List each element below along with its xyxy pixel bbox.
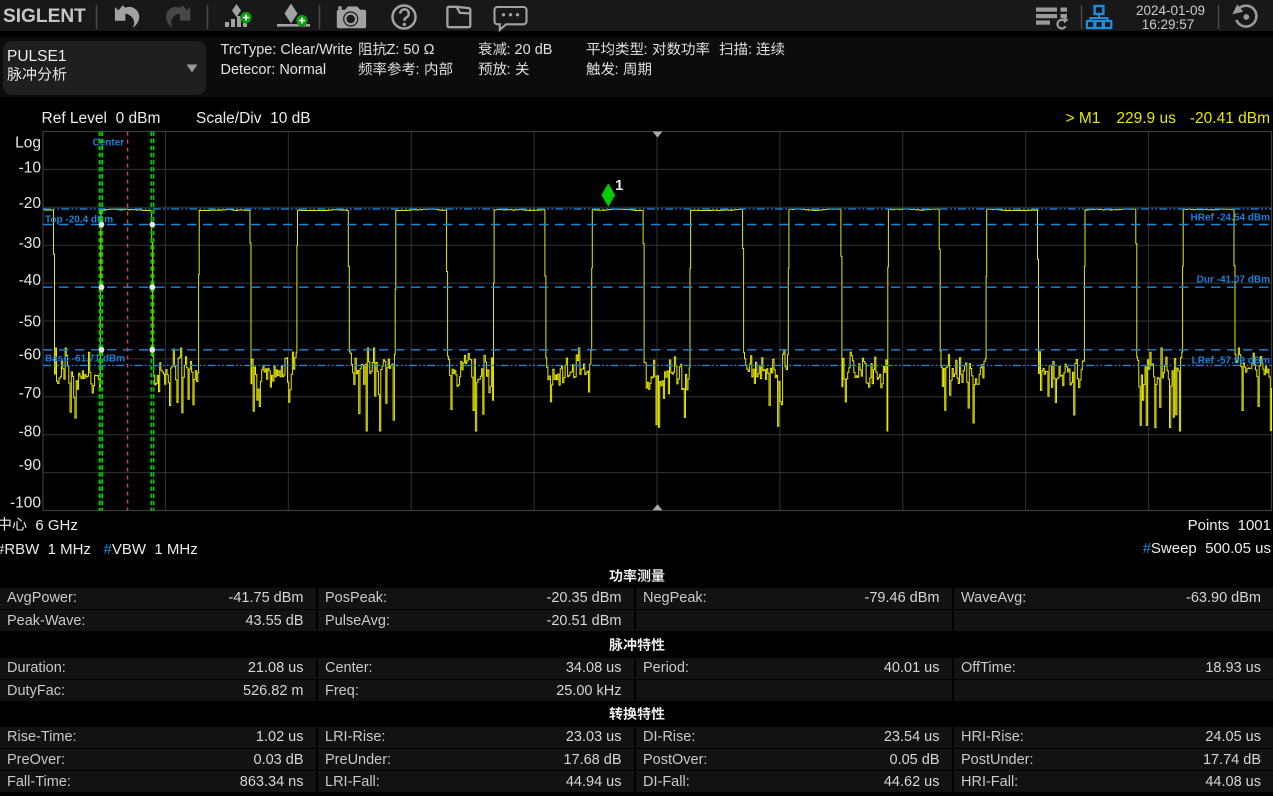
svg-text:-100: -100 — [10, 494, 41, 511]
svg-text:Dur -41.07 dBm: Dur -41.07 dBm — [1197, 274, 1270, 285]
svg-text:-60: -60 — [19, 347, 42, 364]
svg-text:-50: -50 — [19, 313, 42, 330]
svg-text:-10: -10 — [19, 160, 42, 177]
svg-text:-80: -80 — [19, 423, 42, 440]
svg-text:-90: -90 — [19, 457, 42, 474]
svg-text:HRef -24.54 dBm: HRef -24.54 dBm — [1191, 213, 1271, 224]
svg-text:-30: -30 — [19, 235, 42, 252]
svg-text:Base -61.71 dBm: Base -61.71 dBm — [45, 353, 125, 364]
svg-text:Log: Log — [15, 135, 41, 152]
svg-text:-70: -70 — [19, 385, 42, 402]
svg-text:LRef -57.59 dBm: LRef -57.59 dBm — [1192, 356, 1270, 367]
svg-text:-20: -20 — [19, 195, 42, 212]
svg-text:-40: -40 — [19, 272, 42, 289]
svg-text:Center: Center — [93, 138, 125, 149]
svg-text:1: 1 — [615, 177, 623, 194]
